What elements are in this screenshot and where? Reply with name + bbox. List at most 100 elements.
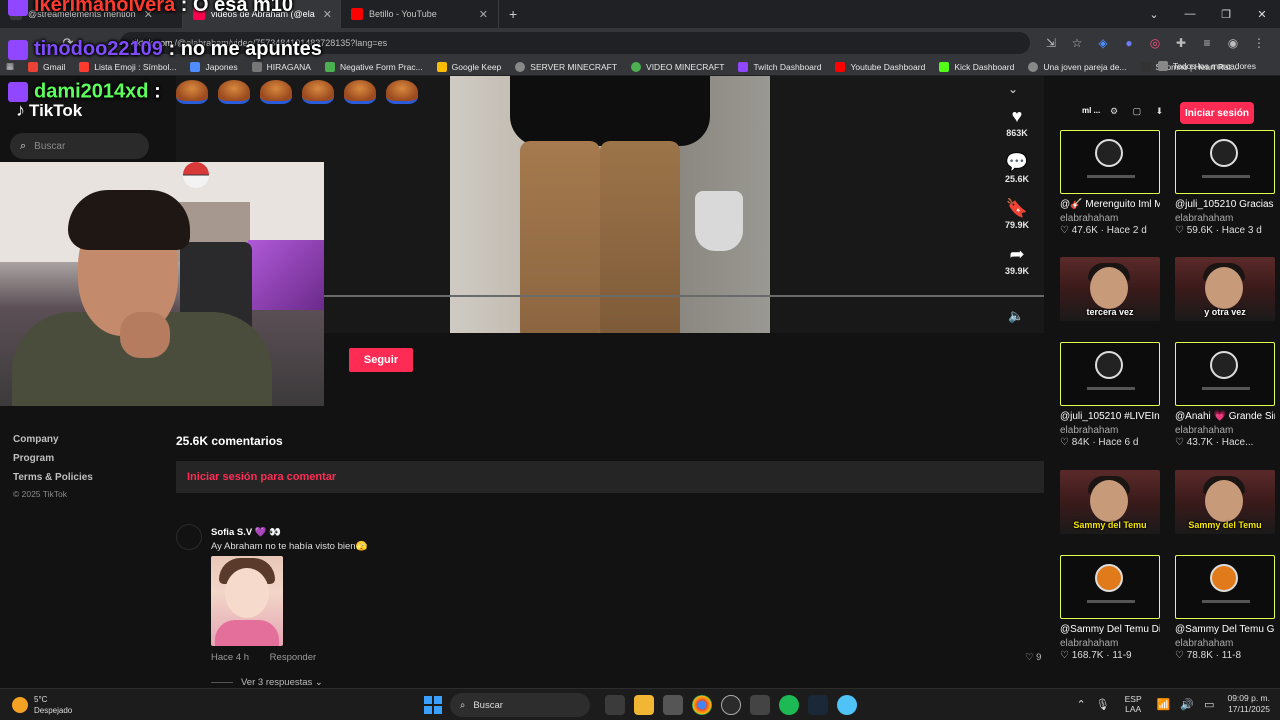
video-stats: ♡ 78.8K · 11-8 xyxy=(1175,650,1242,661)
search-input[interactable]: ⌕ Buscar xyxy=(10,133,149,159)
puzzle-icon[interactable]: ✚ xyxy=(1168,36,1194,50)
obs-icon[interactable] xyxy=(720,695,741,715)
divider xyxy=(211,682,233,683)
spotify-icon[interactable] xyxy=(778,695,799,715)
minimize-icon[interactable]: — xyxy=(1172,8,1208,20)
wifi-icon[interactable]: 📶 xyxy=(1157,698,1171,711)
menu-icon[interactable]: ⋮ xyxy=(1246,36,1272,50)
related-video[interactable]: @🎸 Merenguito Iml MerenguiGOD! 💛 ... ela… xyxy=(1060,130,1160,236)
thumb-caption: Sammy del Temu xyxy=(1073,520,1147,530)
taskbar-search[interactable]: ⌕ Buscar xyxy=(450,693,590,717)
webcam-person-hair xyxy=(68,190,190,250)
store-icon[interactable] xyxy=(662,695,683,715)
video-thumbnail: y otra vez xyxy=(1175,257,1275,321)
video-author: elabrahaham xyxy=(1175,425,1234,436)
extension-icon[interactable]: ◎ xyxy=(1142,36,1168,50)
related-video[interactable]: y otra vez xyxy=(1175,257,1275,321)
comment-image[interactable] xyxy=(211,556,283,646)
volume-icon[interactable]: 🔈 xyxy=(1008,308,1024,324)
live-bar xyxy=(1202,387,1250,390)
chevron-up-icon[interactable]: ⌃ xyxy=(1076,698,1085,711)
tab-youtube[interactable]: Betillo - YouTube ✕ xyxy=(341,0,499,28)
file-explorer-icon[interactable] xyxy=(633,695,654,715)
thumb-head xyxy=(1205,480,1243,522)
bookmark-twitch-dashboard[interactable]: Twitch Dashboard xyxy=(738,61,821,72)
comment-username[interactable]: Sofia S.V 💜 👀 xyxy=(211,527,281,538)
related-video[interactable]: @Anahi 💗 Grande Simiesitaaa! 💕 ... elabr… xyxy=(1175,342,1275,448)
language-indicator[interactable]: ESP LAA xyxy=(1125,694,1142,714)
bookmark-gmail[interactable]: Gmail xyxy=(28,61,65,72)
chrome-icon[interactable] xyxy=(691,695,712,715)
webcam-light xyxy=(248,240,324,310)
bookmark-hiragana[interactable]: HIRAGANA xyxy=(251,61,311,72)
bookmark-video-minecraft[interactable]: VIDEO MINECRAFT xyxy=(631,61,724,72)
app-icon[interactable] xyxy=(749,695,770,715)
bookmark-youtube-dashboard[interactable]: Youtube Dashboard xyxy=(835,61,925,72)
windows-start-icon[interactable] xyxy=(424,696,442,714)
restore-icon[interactable]: ❐ xyxy=(1208,8,1244,21)
volume-icon[interactable]: 🔊 xyxy=(1180,698,1194,711)
bookmark-japones[interactable]: Japones xyxy=(190,61,238,72)
related-video[interactable]: Sammy del Temu xyxy=(1060,470,1160,534)
follow-button[interactable]: Seguir xyxy=(349,348,413,372)
like-action[interactable]: ♥ 863K xyxy=(996,106,1038,138)
reply-button[interactable]: Responder xyxy=(270,652,316,663)
video-thumbnail xyxy=(1060,342,1160,406)
footer-links: Company Program Terms & Policies © 2025 … xyxy=(13,434,93,507)
live-avatar xyxy=(1095,139,1123,167)
task-view-icon[interactable] xyxy=(604,695,625,715)
extension-icon[interactable]: ◈ xyxy=(1090,36,1116,50)
bookmark-kick-dashboard[interactable]: Kick Dashboard xyxy=(939,61,1014,72)
copy-icon[interactable]: ▢ xyxy=(1133,106,1142,116)
weather-widget[interactable]: 5°C Despejado xyxy=(12,694,72,716)
bookmark-server-minecraft[interactable]: SERVER MINECRAFT xyxy=(515,61,617,72)
login-button[interactable]: Iniciar sesión xyxy=(1180,102,1254,124)
related-video[interactable]: tercera vez xyxy=(1060,257,1160,321)
tab-close-icon[interactable]: ✕ xyxy=(323,8,332,21)
view-replies-button[interactable]: Ver 3 respuestas ⌄ xyxy=(211,677,323,688)
site-icon xyxy=(324,61,335,72)
bookmark-emoji[interactable]: Lista Emoji : Símbol... xyxy=(79,61,176,72)
profile-avatar-icon[interactable]: ◉ xyxy=(1220,36,1246,50)
thumb-caption: Sammy del Temu xyxy=(1188,520,1262,530)
battery-icon[interactable]: ▭ xyxy=(1204,698,1214,711)
avatar[interactable] xyxy=(176,524,202,550)
related-video[interactable]: @Sammy Del Temu Dinos de donde ... elabr… xyxy=(1060,555,1160,661)
microphone-icon[interactable]: 🎙 xyxy=(1096,698,1110,711)
close-window-icon[interactable]: ✕ xyxy=(1244,8,1280,21)
footer-link-company[interactable]: Company xyxy=(13,434,93,445)
share-action[interactable]: ➦ 39.9K xyxy=(996,244,1038,276)
bookmark-action[interactable]: 🔖 79.9K xyxy=(996,198,1038,230)
apps-grid-icon[interactable]: ▦ xyxy=(6,61,14,72)
bookmark-icon: 🔖 xyxy=(1005,198,1029,218)
settings-icon[interactable]: ⚙ xyxy=(1110,106,1118,116)
related-video[interactable]: @juli_105210 #LIVEIncentivePro... elabra… xyxy=(1060,342,1160,448)
chevron-down-icon[interactable]: ⌄ xyxy=(1136,8,1172,21)
footer-link-program[interactable]: Program xyxy=(13,453,93,464)
bookmark-negative-form[interactable]: Negative Form Prac... xyxy=(324,61,423,72)
chevron-down-icon[interactable]: ⌄ xyxy=(1008,82,1018,96)
comment-like-button[interactable]: ♡ 9 xyxy=(1025,652,1041,663)
comment-action[interactable]: 💬 25.6K xyxy=(996,152,1038,184)
copyright: © 2025 TikTok xyxy=(13,489,67,499)
related-video[interactable]: @Sammy Del Temu Grande Sammy de... elabr… xyxy=(1175,555,1275,661)
tab-close-icon[interactable]: ✕ xyxy=(479,8,488,21)
bookmark-joven-pareja[interactable]: Una joven pareja de... xyxy=(1028,61,1127,72)
reading-list-icon[interactable]: ≡ xyxy=(1194,36,1220,50)
thumb-head xyxy=(1205,267,1243,309)
star-icon[interactable]: ☆ xyxy=(1064,36,1090,50)
login-to-comment-button[interactable]: Iniciar sesión para comentar xyxy=(176,461,1044,493)
related-video[interactable]: @juli_105210 Gracias eres la mejor! 💙 ..… xyxy=(1175,130,1275,236)
install-app-icon[interactable]: ⇲ xyxy=(1038,36,1064,50)
clock[interactable]: 09:09 p. m. 17/11/2025 xyxy=(1227,693,1270,715)
all-bookmarks[interactable]: Todos los marcadores xyxy=(1157,61,1256,71)
download-icon[interactable]: ⬇ xyxy=(1156,106,1164,116)
app-icon[interactable] xyxy=(836,695,857,715)
related-video[interactable]: Sammy del Temu xyxy=(1175,470,1275,534)
extension-icon[interactable]: ● xyxy=(1116,36,1142,50)
bookmark-google-keep[interactable]: Google Keep xyxy=(436,61,501,72)
footer-link-terms[interactable]: Terms & Policies xyxy=(13,472,93,483)
steam-icon[interactable] xyxy=(807,695,828,715)
new-tab-button[interactable]: + xyxy=(509,6,517,22)
video-progress-bar[interactable] xyxy=(324,295,1044,297)
